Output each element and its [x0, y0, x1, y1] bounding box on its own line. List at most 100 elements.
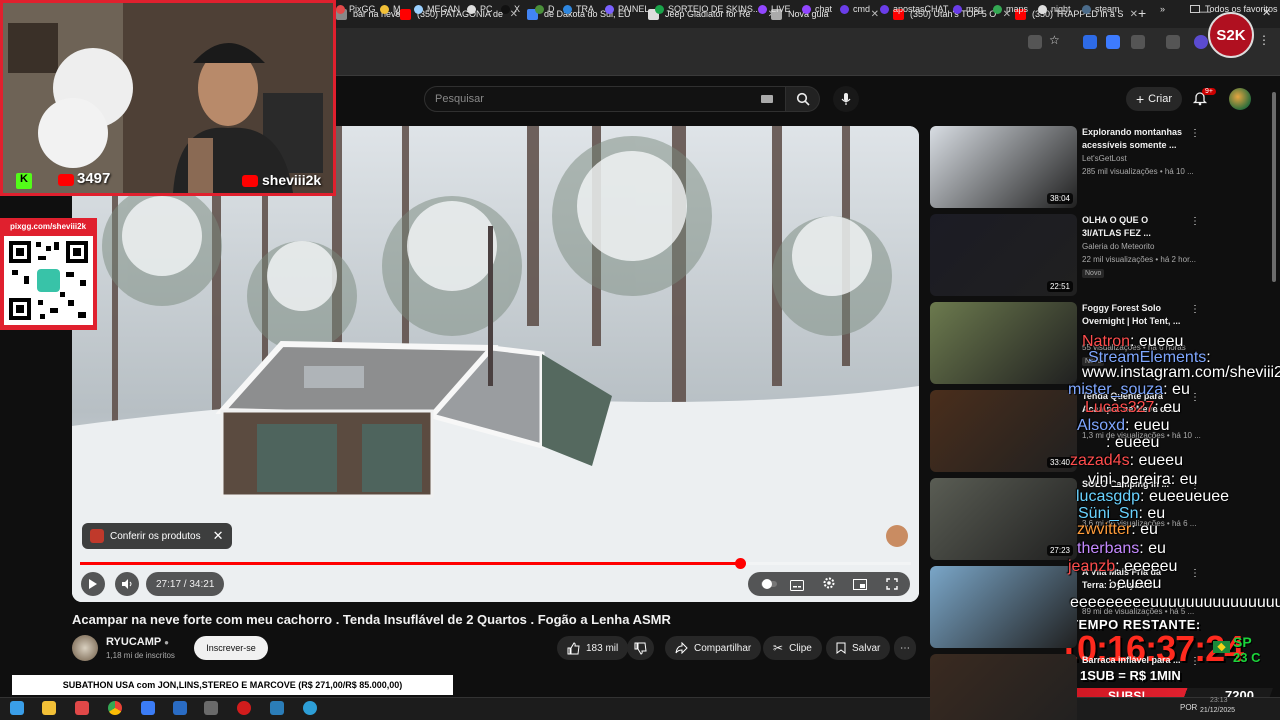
account-avatar[interactable] [1229, 88, 1251, 110]
discord-icon[interactable] [141, 701, 155, 715]
bookmark-item[interactable]: steam [1082, 4, 1120, 14]
suggested-video-title[interactable]: OLHA O QUE O 3I/ATLAS FEZ ... [1082, 214, 1186, 240]
fullscreen-button[interactable] [886, 577, 898, 595]
bookmark-item[interactable]: M [380, 4, 401, 14]
extension-icon[interactable] [1083, 35, 1097, 49]
profile-icon[interactable] [1194, 35, 1208, 49]
close-icon[interactable]: ✕ [213, 528, 224, 544]
chrome-icon[interactable] [108, 701, 122, 715]
video-thumbnail[interactable]: 27:23 [930, 478, 1077, 560]
install-app-icon[interactable] [1028, 35, 1042, 49]
store-icon[interactable] [75, 701, 89, 715]
bookmark-item[interactable]: night [1038, 4, 1071, 14]
video-thumbnail[interactable] [930, 654, 1077, 720]
save-button[interactable]: Salvar [826, 636, 891, 660]
share-button[interactable]: Compartilhar [665, 636, 762, 660]
chat-message: lucasgdp: eueeueuee [1076, 488, 1229, 506]
video-thumbnail[interactable]: 33:40 [930, 390, 1077, 472]
suggested-video-title[interactable]: Barraca inflável para ... [1082, 654, 1186, 667]
bookmark-item[interactable]: msg [953, 4, 983, 14]
settings-button[interactable] [822, 576, 836, 595]
more-actions-button[interactable]: ⋯ [894, 636, 916, 660]
bookmark-star-icon[interactable]: ☆ [1049, 33, 1063, 47]
products-chip[interactable]: Conferir os produtos ✕ [82, 523, 232, 549]
progress-scrubber[interactable] [734, 558, 746, 569]
page-scrollbar[interactable] [1272, 92, 1276, 282]
app-icon-steam[interactable] [303, 701, 317, 715]
more-options-icon[interactable]: ⋮ [1190, 392, 1200, 403]
bookmark-item[interactable]: TRA [563, 4, 594, 14]
close-tab-icon[interactable]: ✕ [1130, 9, 1138, 20]
obs-icon[interactable] [204, 701, 218, 715]
search-button[interactable] [786, 86, 820, 112]
viewer-count: 3497 [77, 170, 111, 187]
subtitles-button[interactable] [790, 578, 804, 596]
close-tab-icon[interactable]: ✕ [871, 9, 879, 20]
bookmark-item[interactable]: apostasCHAT [880, 4, 948, 14]
new-tab-button[interactable]: + [1138, 5, 1146, 21]
bookmark-item[interactable]: X [501, 4, 520, 14]
suggested-video[interactable]: Barraca inflável para ... ⋮ [930, 654, 1260, 720]
chat-username: Natron [1082, 333, 1131, 350]
more-options-icon[interactable]: ⋮ [1190, 128, 1200, 139]
reading-list-icon[interactable] [1166, 35, 1180, 49]
app-icon-blue[interactable] [270, 701, 284, 715]
browser-tab[interactable]: (350) TRAPPED in a S ✕ [1015, 4, 1138, 24]
channel-name[interactable]: RYUCAMP ● [106, 636, 169, 648]
bookmarks-overflow-icon[interactable]: » [1160, 4, 1165, 14]
telegram-icon[interactable] [173, 701, 187, 715]
gear-icon [823, 577, 835, 589]
volume-button[interactable] [115, 572, 139, 596]
file-explorer-icon[interactable] [42, 701, 56, 715]
suggested-channel-name[interactable]: Galeria do Meteorito [1082, 242, 1154, 251]
channel-avatar[interactable] [72, 635, 98, 661]
suggested-channel-name[interactable]: Let'sGetLost [1082, 154, 1127, 163]
suggested-video-meta: 285 mil visualizações • há 10 ... [1082, 167, 1194, 176]
suggested-video[interactable]: 22:51 OLHA O QUE O 3I/ATLAS FEZ ... Galeri… [930, 214, 1260, 298]
autoplay-toggle[interactable] [760, 577, 778, 595]
chat-username: zwvitter [1077, 521, 1132, 538]
play-button[interactable] [81, 572, 105, 596]
video-thumbnail[interactable]: 22:51 [930, 214, 1077, 296]
dislike-button[interactable] [627, 636, 654, 660]
clip-button[interactable]: ✂ Clipe [763, 636, 822, 660]
bookmark-item[interactable]: PixGG [336, 4, 376, 14]
more-options-icon[interactable]: ⋮ [1190, 216, 1200, 227]
extensions-puzzle-icon[interactable] [1131, 35, 1145, 49]
bookmark-item[interactable]: PAINEL [605, 4, 649, 14]
like-button[interactable]: 183 mil [557, 636, 629, 660]
create-button[interactable]: + Criar [1126, 87, 1182, 111]
more-options-icon[interactable]: ⋮ [1190, 656, 1200, 667]
bookmark-item[interactable]: LIVE [758, 4, 791, 14]
voice-search-button[interactable] [833, 86, 859, 112]
video-thumbnail[interactable] [930, 302, 1077, 384]
suggested-video-title[interactable]: Explorando montanhas acessíveis somente … [1082, 126, 1186, 152]
products-chip-label: Conferir os produtos [110, 530, 201, 542]
video-thumbnail[interactable] [930, 566, 1077, 648]
bookmark-item[interactable]: PC [467, 4, 493, 14]
miniplayer-button[interactable] [853, 577, 867, 595]
bookmark-item[interactable]: cmd [840, 4, 870, 14]
more-options-icon[interactable]: ⋮ [1190, 304, 1200, 315]
chat-message: therbans: eu [1077, 540, 1166, 558]
bookmark-item[interactable]: SORTEIO DE SKINS... [655, 4, 760, 14]
keyboard-icon[interactable] [761, 95, 773, 103]
browser-menu-icon[interactable]: ⋮ [1258, 33, 1272, 47]
bookmark-item[interactable]: chat [802, 4, 832, 14]
bookmark-item[interactable]: MEGAN [414, 4, 460, 14]
search-input[interactable]: Pesquisar [435, 93, 484, 105]
search-box[interactable]: Pesquisar [424, 86, 786, 112]
subscribe-button[interactable]: Inscrever-se [194, 636, 268, 660]
suggested-video[interactable]: 38:04 Explorando montanhas acessíveis som… [930, 126, 1260, 210]
windows-start-icon[interactable] [10, 701, 24, 715]
progress-bar[interactable] [80, 558, 911, 569]
bookmark-favicon-icon [501, 4, 510, 14]
bookmark-item[interactable]: D [535, 4, 555, 14]
suggested-video-title[interactable]: Foggy Forest Solo Overnight | Hot Tent, … [1082, 302, 1186, 328]
bookmark-item[interactable]: maps [993, 4, 1028, 14]
bookmark-favicon-icon [802, 4, 811, 14]
video-thumbnail[interactable]: 38:04 [930, 126, 1077, 208]
more-options-icon[interactable]: ⋮ [1190, 568, 1200, 579]
app-icon-red[interactable] [237, 701, 251, 715]
extension-icon-2[interactable] [1106, 35, 1120, 49]
